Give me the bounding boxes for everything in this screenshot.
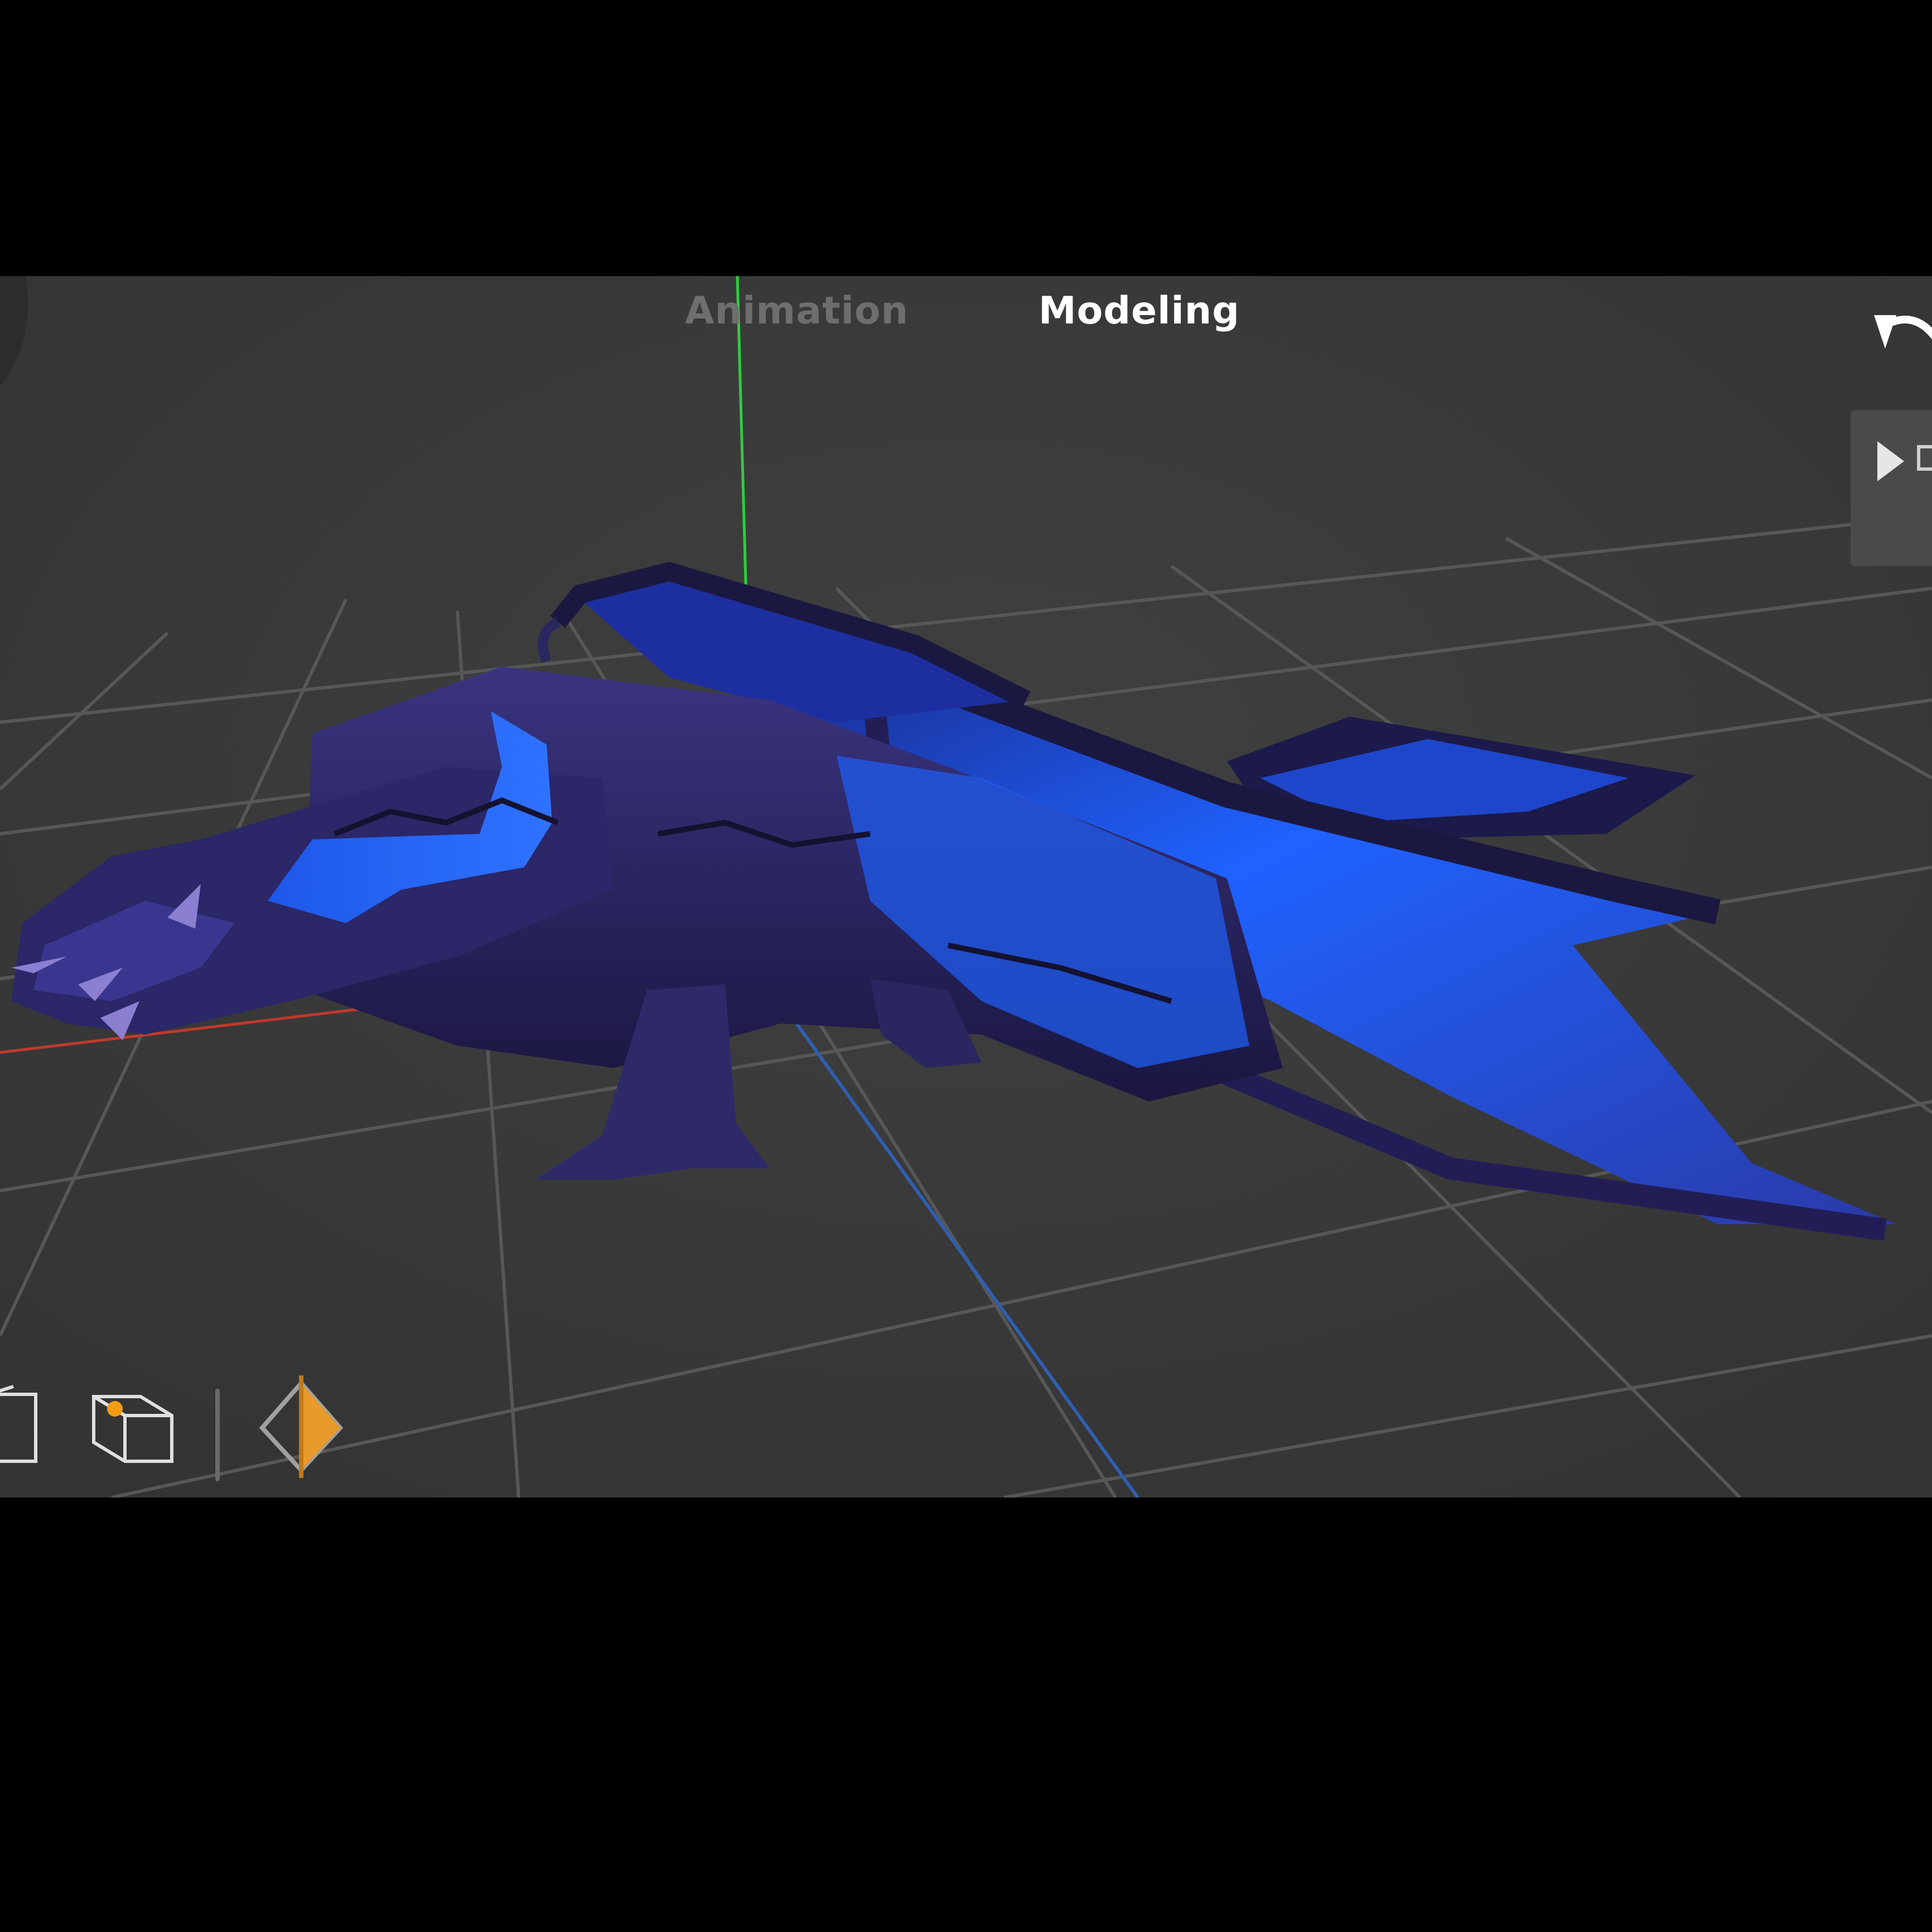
object-item-icon [1917,445,1932,471]
bottom-toolbar [0,1366,402,1481]
undo-icon [1874,315,1932,349]
play-icon[interactable] [1875,439,1906,484]
outliner-panel [1851,410,1932,566]
toolbar-divider [215,1389,220,1481]
tab-modeling[interactable]: Modeling [1039,286,1240,336]
3d-viewport[interactable]: Animation Modeling [0,276,1932,1498]
keyframe-diamond-icon[interactable] [257,1372,346,1478]
screen: Animation Modeling [0,0,1932,1932]
tab-animation[interactable]: Animation [685,286,909,336]
undo-button[interactable] [1863,304,1932,365]
mode-tabs: Animation Modeling [0,286,1932,336]
viewport-scene [0,276,1932,1498]
vertex-mode-cube-icon[interactable] [88,1383,177,1467]
object-mode-cube-icon[interactable] [0,1383,45,1467]
